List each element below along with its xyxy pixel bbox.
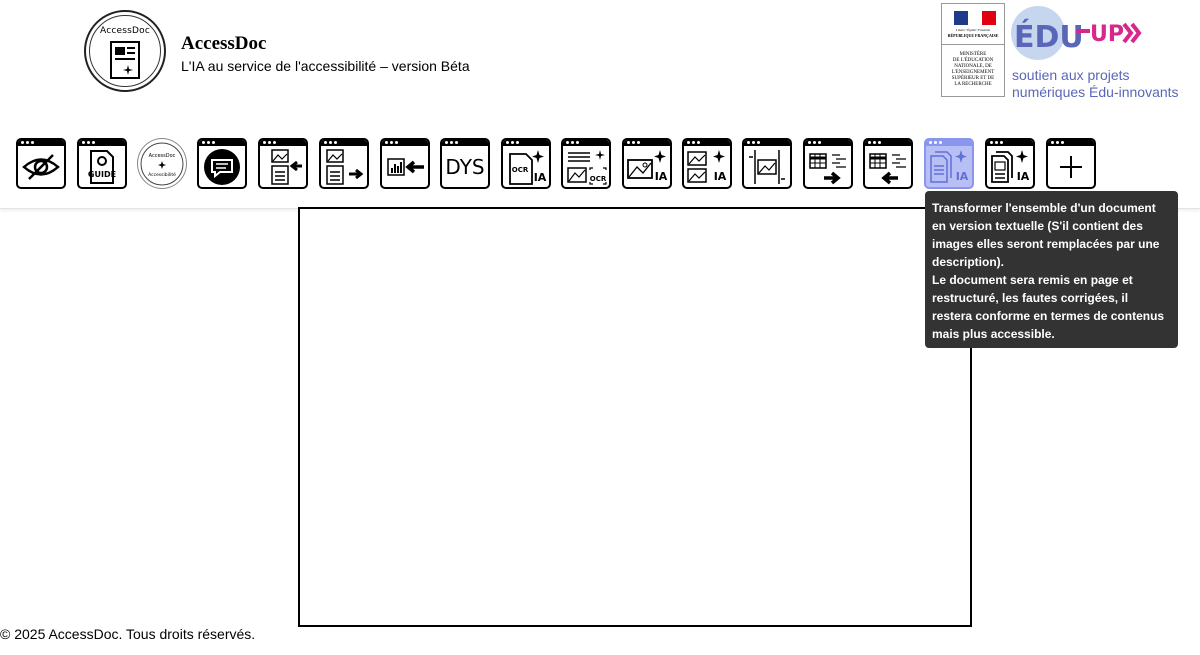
image-crop-button[interactable] bbox=[742, 138, 792, 189]
app-title: AccessDoc bbox=[181, 33, 267, 54]
chat-bubble-icon bbox=[204, 148, 240, 185]
ocr-ia-icon: OCR IA bbox=[509, 149, 547, 185]
document-viewer[interactable] bbox=[298, 207, 972, 627]
ocr-ia-button[interactable]: OCR IA bbox=[501, 138, 551, 189]
app-subtitle: L'IA au service de l'accessibilité – ver… bbox=[181, 58, 470, 74]
text-to-image-icon bbox=[326, 148, 364, 185]
document-ocr-button[interactable]: OCR bbox=[561, 138, 611, 189]
eduup-tagline-line1: soutien aux projets bbox=[1012, 67, 1130, 83]
table-to-text-button[interactable] bbox=[803, 138, 853, 189]
svg-text:IA: IA bbox=[655, 170, 668, 183]
text-to-table-button[interactable] bbox=[863, 138, 913, 189]
svg-text:IA: IA bbox=[534, 171, 547, 184]
footer-copyright: © 2025 AccessDoc. Tous droits réservés. bbox=[0, 626, 256, 642]
republique-francaise-logo: Liberté • Égalité • Fraternité RÉPUBLIQU… bbox=[941, 3, 1005, 97]
svg-text:OCR: OCR bbox=[590, 175, 607, 183]
table-to-text-icon bbox=[809, 152, 846, 184]
hide-elements-button[interactable] bbox=[16, 138, 66, 189]
accessdoc-about-button[interactable]: AccessDoc Accessibilité bbox=[137, 138, 187, 189]
accessdoc-logo-icon: AccessDoc Accessibilité bbox=[140, 142, 184, 185]
guide-button[interactable]: GUIDE bbox=[77, 138, 127, 189]
text-to-table-icon bbox=[869, 152, 906, 184]
dys-label: DYS bbox=[445, 154, 485, 179]
document-with-images-ia-icon: IA bbox=[991, 149, 1030, 183]
eduup-tagline-line2: numériques Édu-innovants bbox=[1012, 84, 1179, 100]
document-to-text-ia-button[interactable]: IA bbox=[924, 138, 974, 189]
tool-tooltip: Transformer l'ensemble d'un document en … bbox=[925, 191, 1178, 348]
rf-republic: RÉPUBLIQUE FRANÇAISE bbox=[947, 33, 999, 38]
image-to-text-icon bbox=[271, 148, 302, 185]
tooltip-line1: Transformer l'ensemble d'un document en … bbox=[932, 201, 1160, 269]
add-tool-button[interactable] bbox=[1046, 138, 1096, 189]
chat-button[interactable] bbox=[197, 138, 247, 189]
svg-text:UP: UP bbox=[1090, 22, 1124, 47]
chart-to-text-icon bbox=[387, 157, 424, 176]
plus-icon bbox=[1060, 155, 1082, 178]
image-ia-icon: IA bbox=[627, 149, 668, 183]
eduup-logo: ÉDU UP bbox=[1011, 6, 1142, 60]
accessdoc-logo: AccessDoc bbox=[84, 10, 166, 92]
image-crop-icon bbox=[749, 149, 785, 184]
svg-text:IA: IA bbox=[1017, 170, 1030, 183]
image-ia-button[interactable]: IA bbox=[622, 138, 672, 189]
svg-text:IA: IA bbox=[714, 170, 727, 183]
document-to-text-ia-icon: IA bbox=[930, 149, 969, 183]
document-ocr-icon: OCR bbox=[567, 149, 607, 185]
svg-text:Accessibilité: Accessibilité bbox=[148, 171, 176, 178]
images-ia-button[interactable]: IA bbox=[682, 138, 732, 189]
svg-text:OCR: OCR bbox=[512, 166, 529, 174]
eye-slash-icon bbox=[22, 153, 60, 180]
svg-text:AccessDoc: AccessDoc bbox=[149, 153, 176, 159]
french-flag-icon bbox=[954, 11, 996, 25]
document-with-images-ia-button[interactable]: IA bbox=[985, 138, 1035, 189]
ministry-name: MINISTÈRE DE L'ÉDUCATION NATIONALE, DE L… bbox=[951, 52, 995, 87]
eduup-tagline: soutien aux projets numériques Édu-innov… bbox=[1012, 67, 1179, 101]
dys-button[interactable]: DYS bbox=[440, 138, 490, 189]
image-to-text-button[interactable] bbox=[258, 138, 308, 189]
text-to-image-button[interactable] bbox=[319, 138, 369, 189]
chart-to-text-button[interactable] bbox=[380, 138, 430, 189]
svg-text:ÉDU: ÉDU bbox=[1014, 19, 1084, 55]
rf-motto: Liberté • Égalité • Fraternité bbox=[956, 28, 990, 32]
svg-text:GUIDE: GUIDE bbox=[88, 170, 116, 179]
guide-icon: GUIDE bbox=[88, 149, 116, 184]
images-ia-icon: IA bbox=[687, 149, 727, 183]
svg-text:IA: IA bbox=[956, 170, 969, 183]
tooltip-line2: Le document sera remis en page et restru… bbox=[932, 273, 1165, 341]
